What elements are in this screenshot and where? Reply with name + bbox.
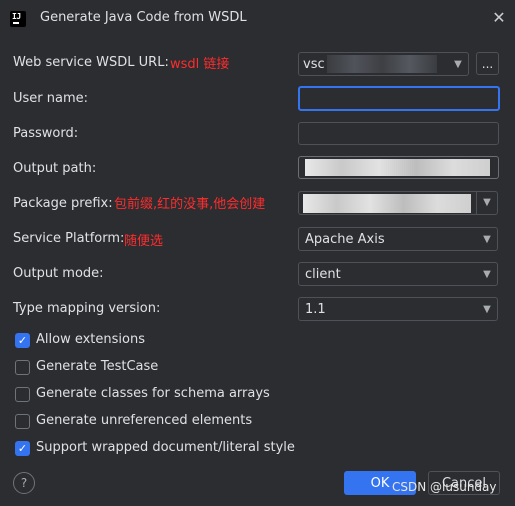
user-name-label: User name: xyxy=(13,91,89,106)
generate-schema-arrays-checkbox[interactable] xyxy=(15,387,30,402)
generate-unreferenced-elements-checkbox[interactable] xyxy=(15,414,30,429)
output-path-redaction xyxy=(305,159,490,176)
chevron-down-icon: ▼ xyxy=(483,233,491,245)
support-wrapped-style-checkbox[interactable]: ✓ xyxy=(15,441,30,456)
allow-extensions-checkbox[interactable]: ✓ xyxy=(15,333,30,348)
intellij-icon-text: IJ xyxy=(12,12,21,21)
password-label: Password: xyxy=(13,126,79,141)
chevron-down-icon: ▼ xyxy=(483,303,491,315)
type-mapping-version-select[interactable]: 1.1 ▼ xyxy=(298,297,498,321)
package-prefix-combo[interactable]: ▼ xyxy=(298,191,498,215)
wsdl-url-redaction xyxy=(327,55,437,73)
package-prefix-label: Package prefix: xyxy=(13,196,113,211)
type-mapping-version-value: 1.1 xyxy=(305,301,326,317)
dialog-title: Generate Java Code from WSDL xyxy=(40,10,247,25)
allow-extensions-label[interactable]: Allow extensions xyxy=(36,332,145,347)
package-prefix-redaction xyxy=(303,193,471,213)
intellij-icon-bar xyxy=(13,22,19,24)
package-prefix-annotation: 包前缀,红的没事,他会创建 xyxy=(114,197,266,212)
intellij-icon: IJ xyxy=(10,11,26,27)
user-name-input[interactable] xyxy=(300,88,498,109)
chevron-down-icon: ▼ xyxy=(483,268,491,280)
help-button[interactable]: ? xyxy=(13,472,35,494)
checkmark-icon: ✓ xyxy=(17,334,28,347)
csdn-watermark: CSDN @lusunday xyxy=(392,480,497,494)
output-mode-label: Output mode: xyxy=(13,266,104,281)
browse-button[interactable]: ... xyxy=(476,52,499,75)
service-platform-annotation: 随便选 xyxy=(124,234,164,249)
support-wrapped-style-label[interactable]: Support wrapped document/literal style xyxy=(36,440,295,455)
close-icon[interactable]: ✕ xyxy=(488,6,510,28)
wsdl-url-value: vsc xyxy=(303,56,325,72)
password-field[interactable] xyxy=(298,122,499,145)
output-mode-select[interactable]: client ▼ xyxy=(298,262,498,286)
chevron-down-icon[interactable]: ▼ xyxy=(448,59,468,70)
wsdl-url-label: Web service WSDL URL: xyxy=(13,55,169,70)
generate-testcase-checkbox[interactable] xyxy=(15,360,30,375)
output-mode-value: client xyxy=(305,266,341,282)
service-platform-label: Service Platform: xyxy=(13,231,125,246)
wsdl-url-combo[interactable]: vsc ▼ xyxy=(298,52,469,76)
type-mapping-version-label: Type mapping version: xyxy=(13,301,161,316)
generate-schema-arrays-label[interactable]: Generate classes for schema arrays xyxy=(36,386,270,401)
service-platform-value: Apache Axis xyxy=(305,231,385,247)
password-input[interactable] xyxy=(299,123,498,144)
generate-testcase-label[interactable]: Generate TestCase xyxy=(36,359,158,374)
chevron-down-icon[interactable]: ▼ xyxy=(476,192,497,214)
question-icon: ? xyxy=(20,476,28,490)
output-path-field[interactable] xyxy=(298,156,499,179)
user-name-field[interactable] xyxy=(298,86,500,111)
title-bar: IJ Generate Java Code from WSDL ✕ xyxy=(0,0,515,38)
wsdl-url-annotation: wsdl 链接 xyxy=(170,57,230,72)
generate-unreferenced-elements-label[interactable]: Generate unreferenced elements xyxy=(36,413,252,428)
checkmark-icon: ✓ xyxy=(17,442,28,455)
service-platform-select[interactable]: Apache Axis ▼ xyxy=(298,227,498,251)
output-path-label: Output path: xyxy=(13,161,97,176)
